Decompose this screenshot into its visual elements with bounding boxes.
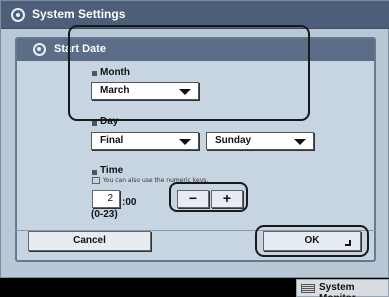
week-value: Final	[100, 135, 124, 146]
hour-range: (0-23)	[91, 209, 118, 220]
stepper-group: − +	[169, 182, 248, 212]
month-label: Month	[100, 67, 130, 78]
hour-value: 2	[107, 193, 113, 204]
window-title: System Settings	[32, 7, 126, 21]
chevron-down-icon	[179, 139, 191, 145]
weekday-select[interactable]: Sunday	[206, 132, 314, 150]
weekday-value: Sunday	[215, 135, 252, 146]
system-settings-window: System Settings Start Date Month March D…	[0, 0, 389, 278]
ok-label: OK	[304, 235, 320, 246]
plus-button[interactable]: +	[211, 190, 243, 208]
hour-input[interactable]: 2	[92, 190, 120, 208]
cancel-button[interactable]: Cancel	[28, 231, 151, 251]
keypad-icon	[92, 177, 100, 184]
minutes-suffix: :00	[122, 197, 137, 208]
month-select[interactable]: March	[91, 82, 199, 100]
month-value: March	[100, 85, 130, 96]
week-select[interactable]: Final	[91, 132, 199, 150]
bullet-icon	[92, 170, 97, 175]
system-monitor-label: System Monitor	[319, 282, 356, 297]
ok-button[interactable]: OK	[263, 231, 361, 251]
chevron-down-icon	[294, 139, 306, 145]
bullet-icon	[92, 71, 97, 76]
system-monitor-button[interactable]: System Monitor	[296, 279, 389, 297]
enter-icon	[345, 240, 351, 246]
day-label: Day	[100, 116, 119, 127]
time-label: Time	[100, 165, 124, 176]
monitor-icon	[301, 284, 315, 293]
bullet-icon	[92, 121, 97, 126]
chevron-down-icon	[179, 89, 191, 95]
settings-icon	[11, 8, 25, 22]
minus-button[interactable]: −	[177, 190, 209, 208]
settings-icon	[33, 43, 46, 56]
